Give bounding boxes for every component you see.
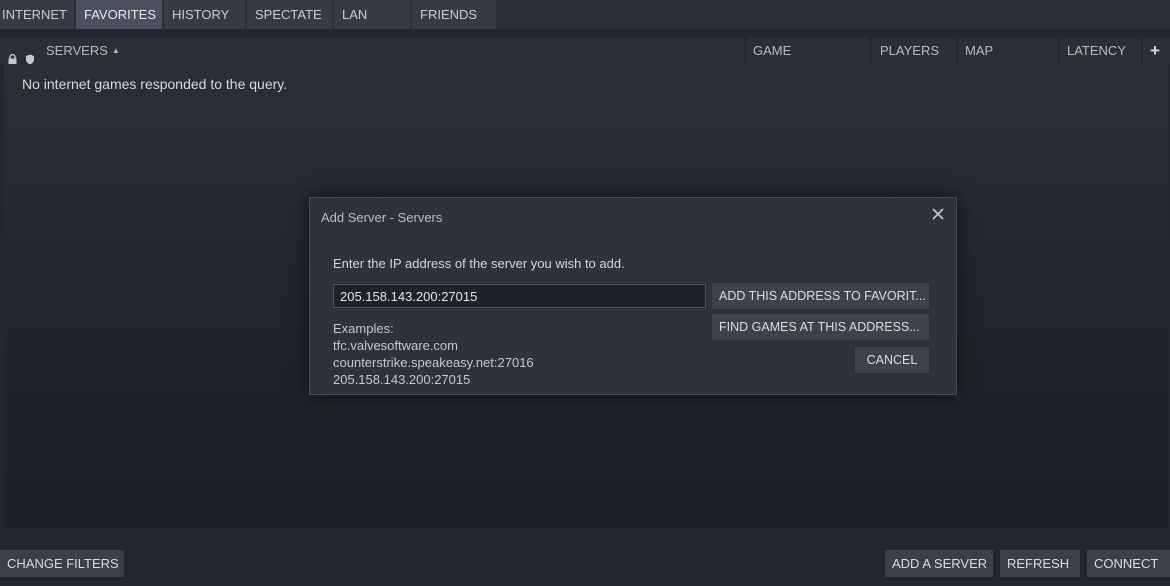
bottom-bar: CHANGE FILTERS ADD A SERVER REFRESH CONN… bbox=[0, 538, 1170, 586]
column-latency[interactable]: LATENCY bbox=[1067, 37, 1126, 64]
tab-history[interactable]: HISTORY bbox=[164, 0, 245, 29]
tab-lan[interactable]: LAN bbox=[334, 0, 410, 29]
tab-bar: INTERNET FAVORITES HISTORY SPECTATE LAN … bbox=[0, 0, 1170, 29]
example-line: 205.158.143.200:27015 bbox=[333, 372, 471, 387]
change-filters-button[interactable]: CHANGE FILTERS bbox=[0, 550, 124, 577]
example-line: counterstrike.speakeasy.net:27016 bbox=[333, 355, 534, 370]
column-map[interactable]: MAP bbox=[965, 37, 993, 64]
add-server-dialog: Add Server - Servers Enter the IP addres… bbox=[309, 197, 957, 395]
column-divider[interactable] bbox=[744, 37, 746, 64]
examples-heading: Examples: bbox=[333, 321, 394, 336]
refresh-button[interactable]: REFRESH bbox=[1000, 550, 1080, 577]
column-divider[interactable] bbox=[1141, 37, 1143, 64]
server-browser-window: INTERNET FAVORITES HISTORY SPECTATE LAN … bbox=[0, 0, 1170, 586]
dialog-prompt: Enter the IP address of the server you w… bbox=[333, 256, 625, 271]
find-games-button[interactable]: FIND GAMES AT THIS ADDRESS... bbox=[712, 314, 929, 340]
add-to-favorites-button[interactable]: ADD THIS ADDRESS TO FAVORIT... bbox=[712, 283, 929, 309]
close-icon[interactable] bbox=[930, 206, 946, 222]
ip-address-input[interactable] bbox=[333, 284, 706, 308]
tab-favorites[interactable]: FAVORITES bbox=[76, 0, 162, 29]
column-servers[interactable]: SERVERS ▲ bbox=[46, 37, 120, 64]
column-players[interactable]: PLAYERS bbox=[880, 37, 939, 64]
empty-list-message: No internet games responded to the query… bbox=[22, 76, 288, 92]
dialog-title: Add Server - Servers bbox=[321, 210, 443, 225]
column-servers-label: SERVERS bbox=[46, 43, 108, 58]
tab-spectate[interactable]: SPECTATE bbox=[247, 0, 332, 29]
tab-friends[interactable]: FRIENDS bbox=[412, 0, 496, 29]
column-divider[interactable] bbox=[1058, 37, 1060, 64]
tab-internet[interactable]: INTERNET bbox=[0, 0, 74, 29]
column-header-bar: SERVERS ▲ GAME PLAYERS MAP LATENCY + bbox=[0, 37, 1170, 65]
examples-text: Examples: tfc.valvesoftware.com counters… bbox=[333, 320, 534, 388]
cancel-button[interactable]: CANCEL bbox=[855, 347, 929, 373]
column-game[interactable]: GAME bbox=[753, 37, 791, 64]
plus-icon[interactable]: + bbox=[1150, 37, 1160, 64]
add-server-button[interactable]: ADD A SERVER bbox=[885, 550, 993, 577]
example-line: tfc.valvesoftware.com bbox=[333, 338, 458, 353]
column-divider[interactable] bbox=[870, 37, 872, 64]
sort-up-icon: ▲ bbox=[111, 46, 120, 55]
connect-button[interactable]: CONNECT bbox=[1087, 550, 1170, 577]
column-divider[interactable] bbox=[956, 37, 958, 64]
